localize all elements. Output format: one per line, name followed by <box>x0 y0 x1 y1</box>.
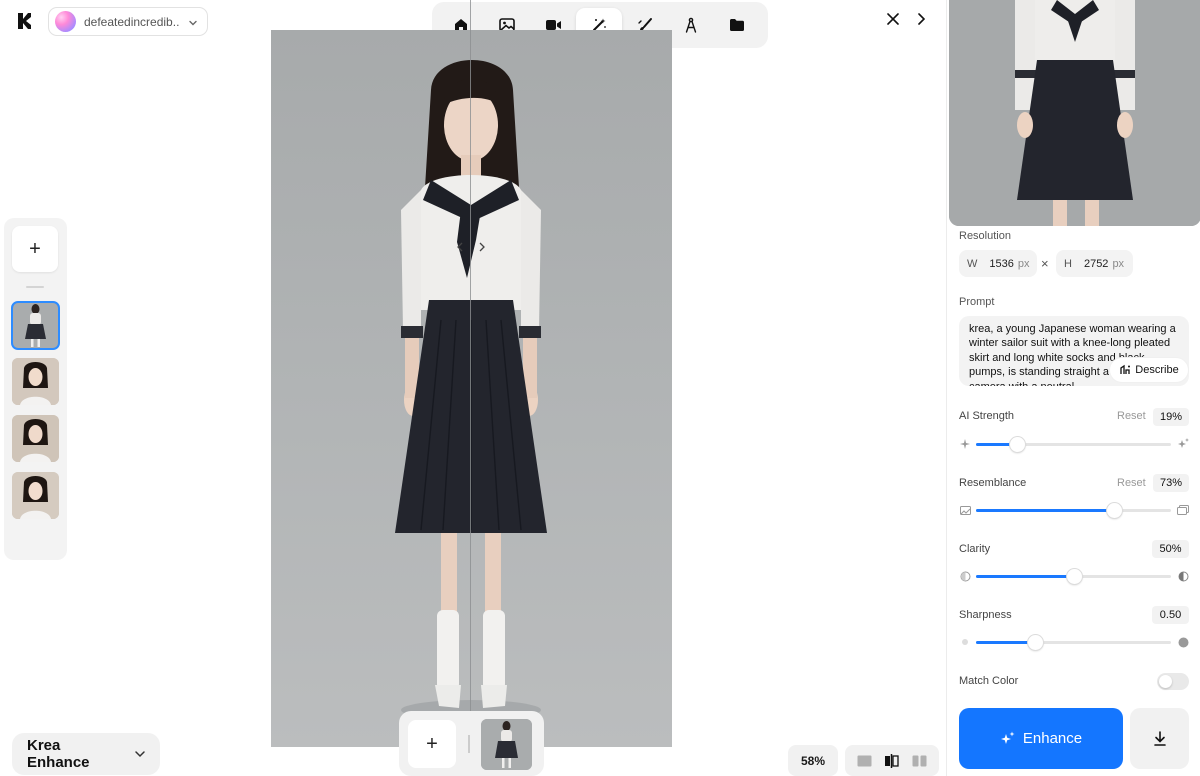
assets-tool-button[interactable] <box>714 8 760 42</box>
close-icon <box>887 13 899 25</box>
dot-small-icon <box>959 636 971 648</box>
account-name: defeatedincredib... <box>84 14 179 29</box>
height-unit: px <box>1112 257 1125 270</box>
resemblance-slider[interactable] <box>959 502 1189 518</box>
resemblance-value[interactable]: 73% <box>1153 474 1189 492</box>
chevron-right-icon <box>479 242 485 252</box>
tray-divider <box>468 735 470 753</box>
model-name: Krea Enhance <box>27 737 90 771</box>
match-color-toggle[interactable] <box>1157 673 1189 690</box>
height-value: 2752 <box>1083 257 1109 270</box>
chevron-down-icon <box>187 16 199 28</box>
split-view-icon <box>885 753 900 768</box>
chevron-down-icon <box>135 751 145 758</box>
sparkles-icon <box>1177 438 1189 450</box>
sharpness-label: Sharpness <box>959 609 1012 621</box>
height-field[interactable]: H 2752 px <box>1056 250 1133 277</box>
describe-label: Describe <box>1135 364 1179 376</box>
avatar <box>55 11 76 32</box>
download-button[interactable] <box>1130 708 1189 769</box>
close-button[interactable] <box>883 9 903 29</box>
width-field[interactable]: W 1536 px <box>959 250 1037 277</box>
settings-panel <box>946 0 1200 776</box>
add-image-button[interactable]: + <box>408 720 456 768</box>
plus-icon: + <box>29 237 41 260</box>
subject-image <box>395 60 547 720</box>
account-selector[interactable]: defeatedincredib... <box>48 7 208 36</box>
rail-divider <box>26 286 44 288</box>
zoom-level[interactable]: 58% <box>788 745 838 776</box>
view-mode-group <box>845 745 939 776</box>
clarity-value[interactable]: 50% <box>1152 540 1189 558</box>
download-icon <box>1153 731 1166 746</box>
compare-divider[interactable] <box>470 0 471 747</box>
sharpness-value[interactable]: 0.50 <box>1152 606 1189 624</box>
clarity-low-icon <box>959 570 971 582</box>
times-sign: × <box>1041 256 1049 271</box>
image-history-rail: + <box>4 218 67 560</box>
clarity-high-icon <box>1177 570 1189 582</box>
plus-icon: + <box>426 732 438 755</box>
history-thumbnail-selected[interactable] <box>11 301 60 350</box>
enhance-label: Enhance <box>1022 730 1083 747</box>
history-thumbnail[interactable] <box>12 415 59 462</box>
krea-logo[interactable] <box>14 10 34 32</box>
model-selector[interactable]: Krea Enhance <box>12 733 160 775</box>
describe-icon <box>1120 364 1131 374</box>
clarity-slider[interactable] <box>959 568 1189 584</box>
compare-handle[interactable] <box>457 238 485 256</box>
add-image-button[interactable]: + <box>12 226 58 272</box>
images-icon <box>1177 504 1189 516</box>
slider-knob[interactable] <box>1009 437 1025 452</box>
image-canvas[interactable] <box>271 30 672 747</box>
image-tray: + <box>399 711 544 776</box>
folder-icon <box>730 19 744 31</box>
collapse-panel-button[interactable] <box>913 9 929 29</box>
result-preview[interactable] <box>949 0 1200 226</box>
dot-large-icon <box>1177 636 1189 648</box>
resolution-label: Resolution <box>959 230 1011 242</box>
match-color-label: Match Color <box>959 675 1019 687</box>
ai-strength-slider[interactable] <box>959 436 1189 452</box>
single-view-button[interactable] <box>856 754 874 768</box>
train-tool-button[interactable] <box>668 8 714 42</box>
single-view-icon <box>857 755 872 766</box>
width-unit: px <box>1017 257 1030 270</box>
history-thumbnail[interactable] <box>12 358 59 405</box>
split-view-button[interactable] <box>883 753 901 768</box>
slider-knob[interactable] <box>1107 503 1123 518</box>
clarity-label: Clarity <box>959 543 991 555</box>
slider-knob[interactable] <box>1027 635 1043 650</box>
sharpness-slider[interactable] <box>959 634 1189 650</box>
describe-button[interactable]: Describe <box>1110 358 1188 382</box>
chevron-left-icon <box>457 242 463 252</box>
slider-knob[interactable] <box>1066 569 1082 584</box>
width-key: W <box>967 257 978 270</box>
resemblance-reset[interactable]: Reset <box>1117 477 1146 489</box>
sparkle-small-icon <box>959 438 971 450</box>
ai-strength-reset[interactable]: Reset <box>1117 410 1146 422</box>
side-by-side-button[interactable] <box>910 754 928 768</box>
ai-strength-label: AI Strength <box>959 410 1015 422</box>
resemblance-label: Resemblance <box>959 477 1027 489</box>
ai-strength-value[interactable]: 19% <box>1153 408 1189 426</box>
train-compass-icon <box>685 17 697 33</box>
side-by-side-icon <box>912 755 927 766</box>
history-thumbnail[interactable] <box>12 472 59 519</box>
width-value: 1536 <box>989 257 1014 270</box>
prompt-label: Prompt <box>959 296 995 308</box>
height-key: H <box>1064 257 1072 270</box>
enhance-button[interactable]: Enhance <box>959 708 1123 769</box>
image-small-icon <box>959 504 971 516</box>
chevron-right-icon <box>918 13 925 25</box>
sparkles-icon <box>1000 731 1015 744</box>
tray-thumbnail[interactable] <box>481 719 532 770</box>
